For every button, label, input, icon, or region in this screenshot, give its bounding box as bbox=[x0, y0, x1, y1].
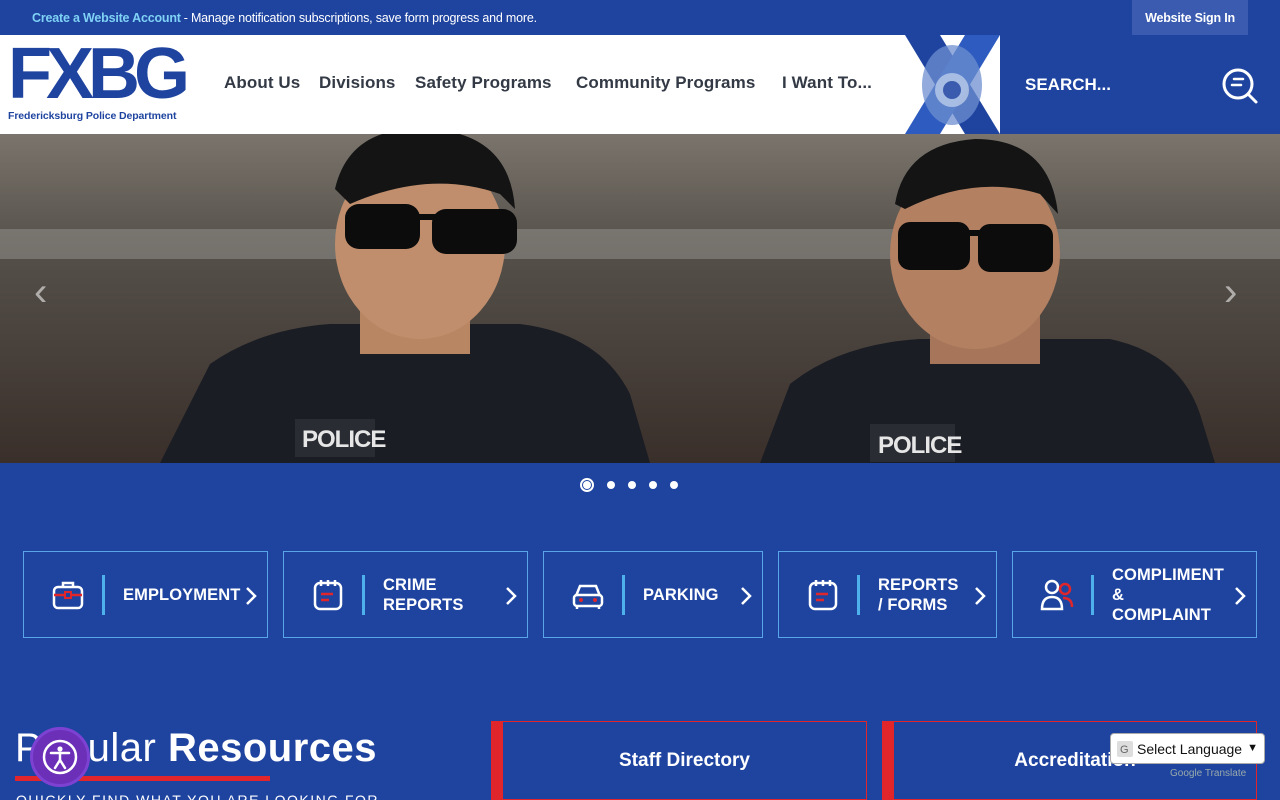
language-select[interactable]: G Select Language ▼ bbox=[1110, 733, 1265, 764]
employment-tile[interactable]: EMPLOYMENT bbox=[23, 551, 268, 638]
slide-dot-3[interactable] bbox=[628, 481, 636, 489]
hero-officers-image bbox=[0, 134, 1280, 463]
slide-dot-4[interactable] bbox=[649, 481, 657, 489]
slideshow-pager bbox=[580, 478, 678, 492]
chevron-right-icon bbox=[741, 587, 752, 605]
website-sign-in-button[interactable]: Website Sign In bbox=[1132, 0, 1248, 35]
site-header: FXBG Fredericksburg Police Department Ab… bbox=[0, 35, 1280, 134]
nav-divisions[interactable]: Divisions bbox=[319, 73, 415, 93]
account-description: - Manage notification subscriptions, sav… bbox=[183, 10, 537, 25]
popular-subtitle: QUICKLY FIND WHAT YOU ARE LOOKING FOR bbox=[16, 792, 380, 800]
chevron-right-icon bbox=[975, 587, 986, 605]
nav-safety-programs[interactable]: Safety Programs bbox=[415, 73, 576, 93]
heading-bold: Resources bbox=[167, 726, 378, 770]
notepad-icon bbox=[799, 571, 847, 619]
tile-separator bbox=[622, 574, 625, 615]
chevron-right-icon bbox=[1235, 587, 1246, 605]
nav-i-want-to[interactable]: I Want To... bbox=[782, 73, 872, 93]
reports-forms-tile[interactable]: REPORTS / FORMS bbox=[778, 551, 997, 638]
tile-separator bbox=[857, 574, 860, 615]
create-account-link[interactable]: Create a Website Account bbox=[32, 11, 181, 25]
accessibility-button[interactable] bbox=[30, 727, 90, 787]
tile-label: PARKING bbox=[643, 585, 719, 604]
tile-separator bbox=[1091, 574, 1094, 615]
car-icon bbox=[564, 571, 612, 619]
next-slide-arrow[interactable]: › bbox=[1224, 270, 1237, 315]
parking-tile[interactable]: PARKING bbox=[543, 551, 763, 638]
resource-label: Staff Directory bbox=[619, 750, 750, 771]
badge-text-right: POLICE bbox=[878, 432, 962, 459]
top-bar: Create a Website Account - Manage notifi… bbox=[0, 0, 1280, 35]
crime-reports-tile[interactable]: CRIME REPORTS bbox=[283, 551, 528, 638]
chevron-right-icon bbox=[246, 587, 257, 605]
fxbg-logo[interactable]: FXBG Fredericksburg Police Department bbox=[8, 34, 198, 129]
staff-directory-button[interactable]: Staff Directory bbox=[491, 721, 867, 800]
red-accent-bar bbox=[883, 722, 894, 799]
red-accent-bar bbox=[492, 722, 503, 799]
svg-text:G: G bbox=[1120, 744, 1129, 756]
chevron-right-icon bbox=[506, 587, 517, 605]
briefcase-icon bbox=[44, 571, 92, 619]
badge-text-left: POLICE bbox=[302, 426, 386, 453]
tile-label: COMPLIMENT & COMPLAINT bbox=[1112, 565, 1224, 624]
slide-dot-1[interactable] bbox=[580, 478, 594, 492]
tile-label: REPORTS / FORMS bbox=[878, 575, 959, 614]
badge-x-graphic bbox=[905, 35, 1000, 134]
search-input[interactable]: SEARCH... bbox=[1025, 75, 1111, 95]
compliment-complaint-tile[interactable]: COMPLIMENT & COMPLAINT bbox=[1012, 551, 1257, 638]
tile-label: EMPLOYMENT bbox=[123, 585, 241, 604]
slide-dot-2[interactable] bbox=[607, 481, 615, 489]
powered-by-translate: Google Translate bbox=[1170, 768, 1247, 779]
nav-about-us[interactable]: About Us bbox=[224, 73, 319, 93]
google-translate-icon: G bbox=[1117, 740, 1133, 757]
people-icon bbox=[1033, 571, 1081, 619]
logo-subtitle: Fredericksburg Police Department bbox=[8, 110, 177, 122]
tile-label: CRIME REPORTS bbox=[383, 575, 464, 614]
tile-separator bbox=[362, 574, 365, 615]
chevron-down-icon: ▼ bbox=[1247, 742, 1258, 754]
notepad-icon bbox=[304, 571, 352, 619]
search-icon[interactable] bbox=[1221, 67, 1259, 105]
previous-slide-arrow[interactable]: ‹ bbox=[34, 270, 47, 315]
nav-community-programs[interactable]: Community Programs bbox=[576, 73, 782, 93]
hero-slideshow: POLICE POLICE ‹ › bbox=[0, 134, 1280, 463]
main-nav: About Us Divisions Safety Programs Commu… bbox=[224, 73, 872, 93]
slide-dot-5[interactable] bbox=[670, 481, 678, 489]
accessibility-icon bbox=[42, 739, 78, 775]
language-select-value: Select Language bbox=[1137, 740, 1243, 757]
logo-letters: FXBG bbox=[8, 34, 190, 114]
tile-separator bbox=[102, 574, 105, 615]
